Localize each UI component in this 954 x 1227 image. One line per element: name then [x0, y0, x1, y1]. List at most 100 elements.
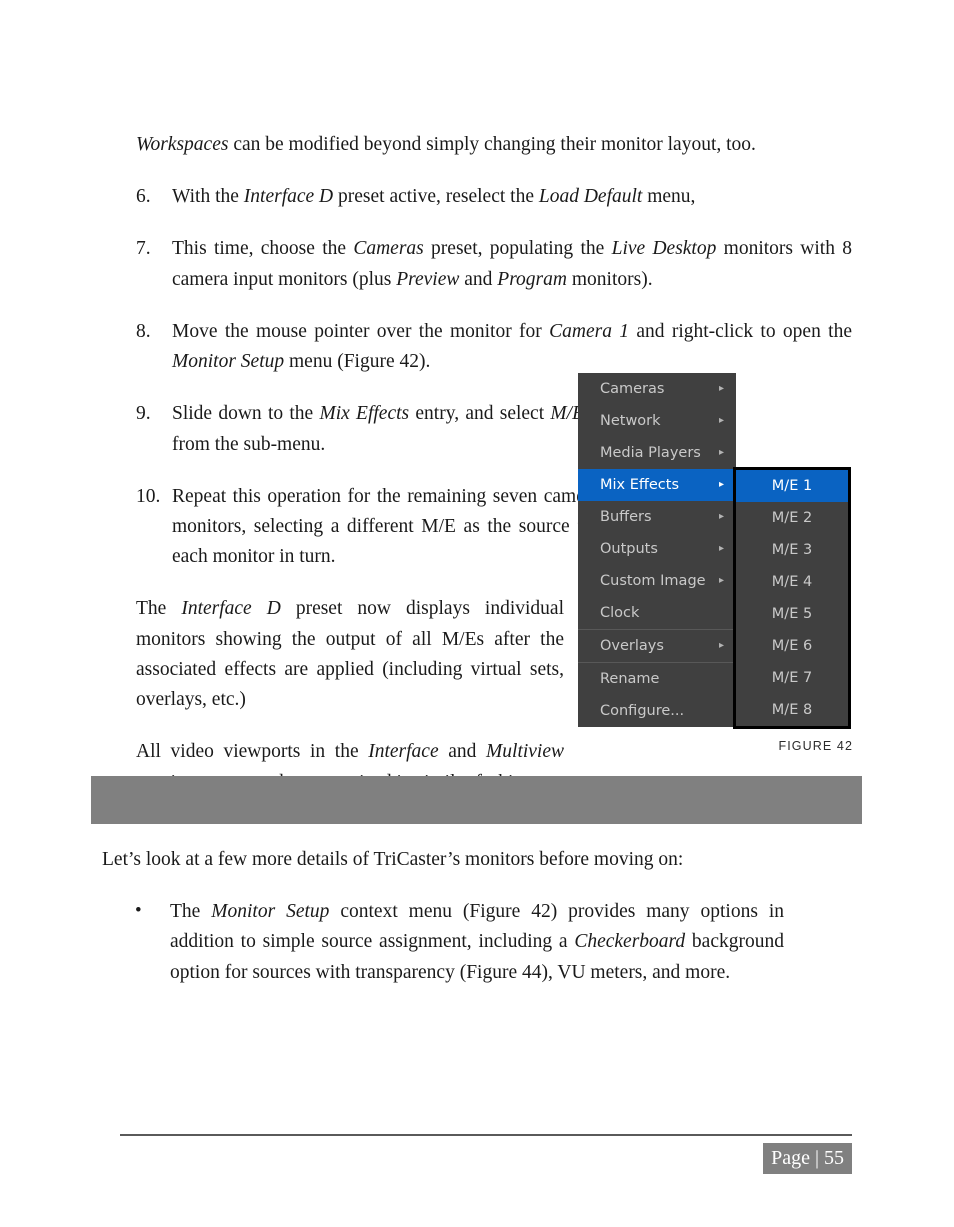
chevron-right-icon: ▸	[718, 447, 724, 458]
emphasis-text: Camera 1	[549, 320, 630, 342]
bullet-item-monitor-setup: • The Monitor Setup context menu (Figure…	[102, 897, 784, 988]
plain-text: from the sub-menu.	[172, 433, 326, 455]
submenu-item-me-1[interactable]: M/E 1	[736, 470, 848, 502]
emphasis-text: Multiview	[486, 741, 565, 763]
step-8-number: 8.	[136, 320, 151, 342]
menu-item-clock[interactable]: Clock	[578, 597, 736, 629]
figure-caption: FIGURE 42	[778, 739, 853, 753]
emphasis-text: Monitor Setup	[211, 901, 330, 923]
emphasis-text: Live Desktop	[611, 238, 717, 260]
step-7-text: This time, choose the Cameras preset, po…	[172, 238, 852, 289]
plain-text: Repeat this operation for the remaining …	[172, 485, 600, 568]
plain-text: Slide down to the	[172, 403, 320, 425]
chevron-right-icon: ▸	[718, 511, 724, 522]
bullet-marker-icon: •	[135, 900, 142, 922]
intro-rest: can be modified beyond simply changing t…	[228, 134, 756, 155]
step-6-text: With the Interface D preset active, rese…	[172, 186, 695, 207]
menu-item-configure[interactable]: Configure...	[578, 695, 736, 727]
emphasis-text: Mix Effects	[319, 403, 410, 425]
submenu-item-me-2[interactable]: M/E 2	[736, 502, 848, 534]
step-10-number: 10.	[136, 485, 161, 507]
plain-text: monitors).	[566, 268, 653, 290]
menu-item-label: Network	[600, 413, 661, 429]
plain-text: and right-click to open the	[629, 320, 852, 342]
monitor-setup-menu-screenshot: Cameras ▸ Network ▸ Media Players ▸ Mix …	[578, 373, 853, 736]
menu-item-overlays[interactable]: Overlays ▸	[578, 630, 736, 662]
emphasis-text: Checkerboard	[574, 931, 686, 953]
menu-item-label: Outputs	[600, 541, 658, 557]
plain-text: The	[170, 901, 212, 923]
mix-effects-submenu[interactable]: M/E 1 M/E 2 M/E 3 M/E 4 M/E 5 M/E 6 M/E …	[733, 467, 851, 729]
paragraph-interface-d: The Interface D preset now displays indi…	[136, 594, 564, 715]
step-7: 7. This time, choose the Cameras preset,…	[136, 234, 852, 294]
emphasis-text: Interface D	[181, 598, 281, 620]
emphasis-text: Cameras	[353, 238, 424, 260]
chevron-right-icon: ▸	[718, 640, 724, 651]
step-10-text: Repeat this operation for the remaining …	[172, 486, 600, 567]
emphasis-text: Interface D	[243, 186, 334, 208]
intro-italic-lead: Workspaces	[136, 134, 229, 155]
plain-text: Move the mouse pointer over the monitor …	[172, 320, 550, 342]
lower-text-section: Let’s look at a few more details of TriC…	[102, 845, 852, 988]
chevron-right-icon: ▸	[718, 383, 724, 394]
menu-item-label: Rename	[600, 671, 660, 687]
emphasis-text: Load Default	[538, 186, 643, 208]
step-7-number: 7.	[136, 238, 151, 260]
plain-text: preset, populating the	[423, 238, 612, 260]
menu-item-label: Cameras	[600, 381, 665, 397]
menu-item-media-players[interactable]: Media Players ▸	[578, 437, 736, 469]
bullet-item-text: The Monitor Setup context menu (Figure 4…	[170, 901, 784, 982]
plain-text: menu (Figure 42).	[284, 351, 431, 373]
chevron-right-icon: ▸	[718, 543, 724, 554]
step-10: 10. Repeat this operation for the remain…	[136, 482, 600, 573]
step-9-number: 9.	[136, 403, 151, 425]
menu-item-label: Clock	[600, 605, 640, 621]
plain-text: menu,	[642, 186, 696, 208]
chevron-right-icon: ▸	[718, 415, 724, 426]
submenu-item-me-7[interactable]: M/E 7	[736, 662, 848, 694]
plain-text: entry, and select	[409, 403, 551, 425]
emphasis-text: Monitor Setup	[172, 351, 285, 373]
intro-paragraph: Workspaces can be modified beyond simply…	[136, 130, 852, 160]
menu-item-cameras[interactable]: Cameras ▸	[578, 373, 736, 405]
emphasis-text: Program	[497, 268, 567, 290]
menu-item-buffers[interactable]: Buffers ▸	[578, 501, 736, 533]
submenu-item-me-3[interactable]: M/E 3	[736, 534, 848, 566]
menu-item-label: Overlays	[600, 638, 664, 654]
plain-text: and	[438, 741, 487, 763]
menu-item-outputs[interactable]: Outputs ▸	[578, 533, 736, 565]
step-9: 9. Slide down to the Mix Effects entry, …	[136, 399, 600, 459]
lower-intro-paragraph: Let’s look at a few more details of TriC…	[102, 849, 684, 870]
figure-42: Cameras ▸ Network ▸ Media Players ▸ Mix …	[578, 373, 853, 753]
menu-item-network[interactable]: Network ▸	[578, 405, 736, 437]
plain-text: With the	[172, 186, 244, 208]
step-6: 6. With the Interface D preset active, r…	[136, 182, 852, 212]
menu-item-label: Buffers	[600, 509, 652, 525]
menu-item-label: Media Players	[600, 445, 701, 461]
menu-item-mix-effects[interactable]: Mix Effects ▸	[578, 469, 736, 501]
plain-text: This time, choose the	[172, 238, 354, 260]
menu-item-rename[interactable]: Rename	[578, 663, 736, 695]
menu-item-label: Configure...	[600, 703, 685, 719]
submenu-item-me-5[interactable]: M/E 5	[736, 598, 848, 630]
footer-rule	[120, 1134, 852, 1136]
step-9-text: Slide down to the Mix Effects entry, and…	[172, 403, 600, 454]
context-menu[interactable]: Cameras ▸ Network ▸ Media Players ▸ Mix …	[578, 373, 736, 727]
page-number-badge: Page | 55	[763, 1143, 852, 1174]
gray-heading-band	[91, 776, 862, 824]
plain-text: preset active, reselect the	[333, 186, 539, 208]
emphasis-text: Interface	[368, 741, 439, 763]
submenu-item-me-8[interactable]: M/E 8	[736, 694, 848, 726]
step-8-text: Move the mouse pointer over the monitor …	[172, 321, 852, 372]
submenu-item-me-6[interactable]: M/E 6	[736, 630, 848, 662]
emphasis-text: Preview	[396, 268, 460, 290]
document-page: Workspaces can be modified beyond simply…	[0, 0, 954, 1227]
menu-item-label: Custom Image	[600, 573, 706, 589]
step-6-number: 6.	[136, 186, 151, 208]
plain-text: All video viewports in the	[136, 741, 369, 763]
plain-text: and	[459, 268, 498, 290]
submenu-item-me-4[interactable]: M/E 4	[736, 566, 848, 598]
chevron-right-icon: ▸	[718, 575, 724, 586]
menu-item-custom-image[interactable]: Custom Image ▸	[578, 565, 736, 597]
menu-item-label: Mix Effects	[600, 477, 680, 493]
